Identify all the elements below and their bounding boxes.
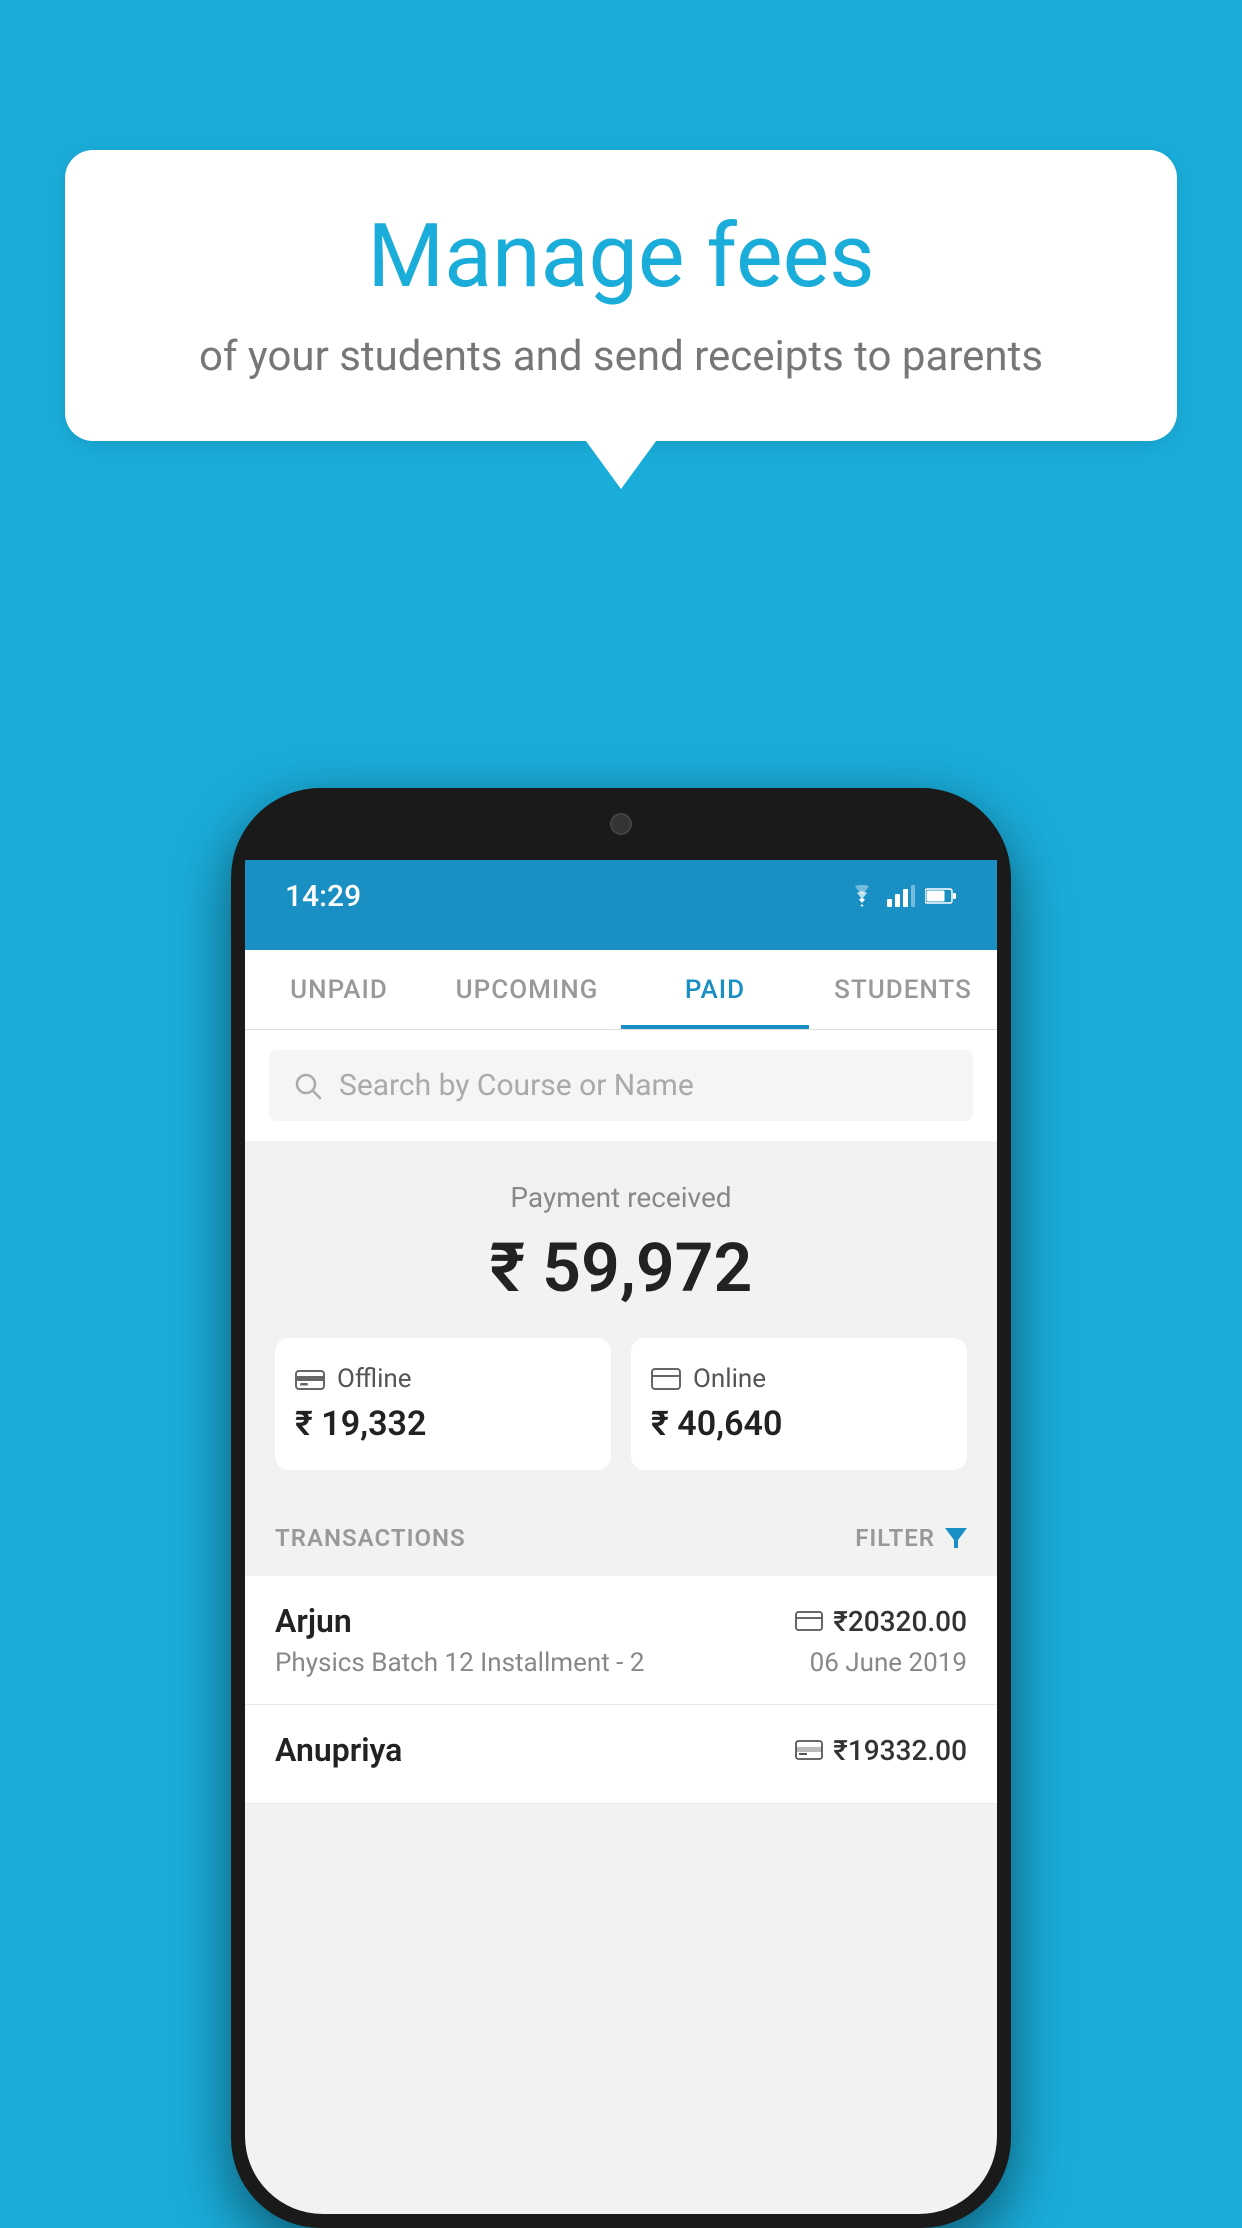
table-row: Anupriya ₹19332.00 xyxy=(245,1705,997,1804)
offline-type: Offline xyxy=(337,1364,412,1394)
offline-card: Offline ₹ 19,332 xyxy=(275,1338,611,1470)
phone-frame: 14:29 xyxy=(231,788,1011,2228)
bubble-subtitle: of your students and send receipts to pa… xyxy=(125,332,1117,381)
payment-amount: ₹ 59,972 xyxy=(275,1228,967,1308)
offline-icon xyxy=(295,1366,325,1392)
status-time: 14:29 xyxy=(285,879,361,914)
offline-card-header: Offline xyxy=(295,1364,591,1394)
tab-unpaid[interactable]: UNPAID xyxy=(245,950,433,1029)
transaction-course: Physics Batch 12 Installment - 2 xyxy=(275,1648,644,1678)
transaction-row1: Arjun ₹20320.00 xyxy=(275,1602,967,1640)
search-bar[interactable]: Search by Course or Name xyxy=(269,1050,973,1121)
transactions-header: TRANSACTIONS FILTER xyxy=(245,1500,997,1576)
table-row: Arjun ₹20320.00 Physics Batch 12 Install… xyxy=(245,1576,997,1705)
signal-icon xyxy=(887,885,915,907)
online-amount: ₹ 40,640 xyxy=(651,1404,947,1444)
payment-received-label: Payment received xyxy=(275,1181,967,1214)
transaction-name-2: Anupriya xyxy=(275,1731,402,1769)
transaction-amount: ₹20320.00 xyxy=(833,1605,967,1638)
filter-icon xyxy=(945,1528,967,1548)
transaction-date: 06 June 2019 xyxy=(810,1648,967,1678)
search-container: Search by Course or Name xyxy=(245,1030,997,1141)
online-payment-icon xyxy=(795,1611,823,1631)
tabs-bar: UNPAID UPCOMING PAID STUDENTS xyxy=(245,950,997,1030)
battery-icon xyxy=(925,887,957,905)
online-card-header: Online xyxy=(651,1364,947,1394)
online-icon xyxy=(651,1368,681,1390)
tab-upcoming[interactable]: UPCOMING xyxy=(433,950,621,1029)
transaction-amount-2: ₹19332.00 xyxy=(833,1734,967,1767)
phone-notch xyxy=(231,788,1011,860)
offline-amount: ₹ 19,332 xyxy=(295,1404,591,1444)
payment-summary: Payment received ₹ 59,972 Offline ₹ 19,3… xyxy=(245,1141,997,1500)
online-card: Online ₹ 40,640 xyxy=(631,1338,967,1470)
tab-students[interactable]: STUDENTS xyxy=(809,950,997,1029)
notch-cutout xyxy=(521,800,721,848)
offline-payment-icon xyxy=(795,1738,823,1762)
transactions-label: TRANSACTIONS xyxy=(275,1524,466,1552)
speech-bubble: Manage fees of your students and send re… xyxy=(65,150,1177,441)
transaction-row2: Physics Batch 12 Installment - 2 06 June… xyxy=(275,1648,967,1678)
tab-paid[interactable]: PAID xyxy=(621,950,809,1029)
filter-button[interactable]: FILTER xyxy=(855,1524,967,1552)
payment-cards: Offline ₹ 19,332 Online ₹ 40,640 xyxy=(275,1338,967,1470)
transaction-amount-row: ₹20320.00 xyxy=(795,1605,967,1638)
phone-screen: 14:29 xyxy=(245,860,997,2214)
front-camera xyxy=(610,813,632,835)
status-icons xyxy=(847,885,957,907)
status-bar: 14:29 xyxy=(245,860,997,932)
wifi-icon xyxy=(847,885,877,907)
search-icon xyxy=(293,1071,323,1101)
online-type: Online xyxy=(693,1364,766,1394)
filter-label: FILTER xyxy=(855,1524,935,1552)
transaction-row1-2: Anupriya ₹19332.00 xyxy=(275,1731,967,1769)
transaction-amount-row-2: ₹19332.00 xyxy=(795,1734,967,1767)
transaction-list: Arjun ₹20320.00 Physics Batch 12 Install… xyxy=(245,1576,997,1804)
search-placeholder: Search by Course or Name xyxy=(339,1068,694,1103)
transaction-name: Arjun xyxy=(275,1602,352,1640)
bubble-title: Manage fees xyxy=(125,205,1117,308)
